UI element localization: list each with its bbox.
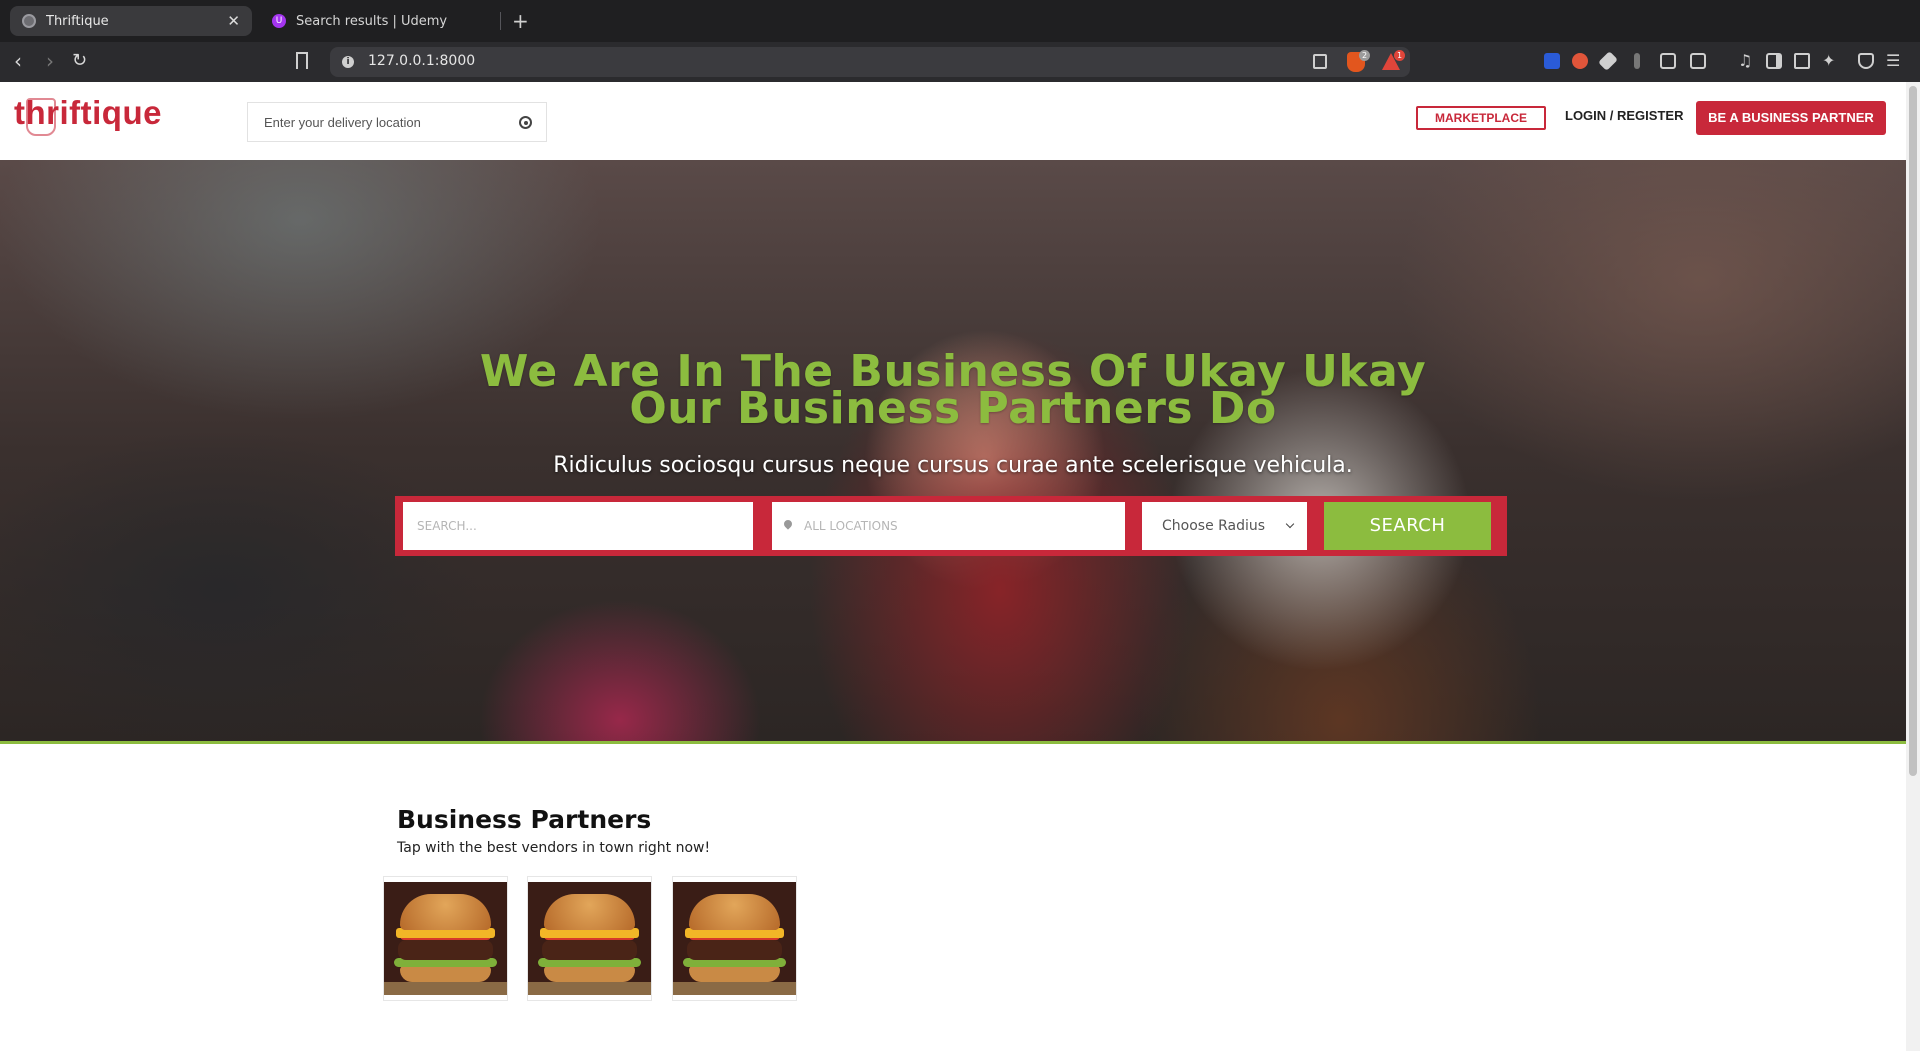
location-field[interactable] — [772, 502, 1125, 550]
burger-image — [528, 882, 651, 995]
wallet-icon[interactable] — [1794, 53, 1810, 69]
share-icon[interactable] — [1313, 54, 1327, 69]
search-button[interactable]: SEARCH — [1324, 502, 1491, 550]
screenshot-icon[interactable] — [1690, 53, 1706, 69]
hero-subtitle: Ridiculus sociosqu cursus neque cursus c… — [553, 453, 1353, 478]
extensions-puzzle-icon[interactable] — [1660, 53, 1676, 69]
back-icon[interactable]: ‹ — [14, 50, 22, 72]
sidebar-icon[interactable] — [1766, 53, 1782, 69]
site-logo[interactable]: thriftique — [14, 94, 162, 132]
address-bar[interactable]: i 127.0.0.1:8000 2 1 — [330, 47, 1410, 77]
browser-toolbar: ‹ › ↻ i 127.0.0.1:8000 2 1 ♫ ✦ ☰ — [0, 42, 1920, 82]
marketplace-button[interactable]: MARKETPLACE — [1416, 106, 1546, 130]
hero-title-line2: Our Business Partners Do — [629, 383, 1277, 434]
extension-fox-icon[interactable] — [1572, 53, 1588, 69]
bookmark-icon[interactable] — [296, 52, 308, 69]
partner-card[interactable] — [383, 876, 508, 1001]
extension-pen-icon[interactable] — [1598, 51, 1618, 71]
hero-divider — [0, 741, 1906, 744]
login-register-link[interactable]: LOGIN / REGISTER — [1565, 108, 1683, 123]
music-icon[interactable]: ♫ — [1738, 53, 1754, 69]
business-partner-button[interactable]: BE A BUSINESS PARTNER — [1696, 101, 1886, 135]
partners-subtitle: Tap with the best vendors in town right … — [397, 840, 711, 856]
site-info-icon[interactable]: i — [342, 56, 354, 68]
radius-selected-value: Choose Radius — [1162, 518, 1266, 534]
tab-title: Thriftique — [46, 13, 109, 29]
partner-card[interactable] — [527, 876, 652, 1001]
new-tab-icon[interactable]: + — [512, 9, 529, 33]
location-search-input[interactable] — [802, 518, 1102, 534]
burger-image — [673, 882, 796, 995]
delivery-location-input[interactable] — [262, 114, 502, 131]
locate-icon[interactable] — [519, 116, 532, 129]
alerts-count-badge: 1 — [1394, 50, 1406, 61]
chevron-down-icon — [1285, 519, 1295, 529]
partner-card[interactable] — [672, 876, 797, 1001]
burger-image — [384, 882, 507, 995]
url-text: 127.0.0.1:8000 — [368, 53, 476, 69]
hero-banner: We Are In The Business Of Ukay Ukay Our … — [0, 160, 1906, 744]
radius-select[interactable]: Choose Radius — [1142, 502, 1307, 550]
partners-heading: Business Partners — [397, 805, 652, 834]
menu-icon[interactable]: ☰ — [1886, 53, 1902, 69]
udemy-icon: U — [272, 14, 286, 28]
reload-icon[interactable]: ↻ — [72, 50, 87, 72]
map-pin-icon — [782, 518, 794, 530]
extension-icon[interactable] — [1544, 53, 1560, 69]
keyword-field[interactable] — [403, 502, 753, 550]
delivery-location-field[interactable] — [247, 102, 547, 142]
site-header: thriftique MARKETPLACE LOGIN / REGISTER … — [0, 82, 1906, 160]
close-tab-icon[interactable]: ✕ — [227, 12, 240, 30]
tab-divider — [500, 12, 501, 30]
globe-icon — [22, 14, 36, 28]
hero-title: We Are In The Business Of Ukay Ukay Our … — [0, 350, 1906, 434]
page-scrollbar[interactable] — [1906, 82, 1920, 1051]
tab-thriftique[interactable]: Thriftique ✕ — [10, 6, 252, 36]
forward-icon[interactable]: › — [46, 50, 54, 72]
tab-udemy[interactable]: U Search results | Udemy — [260, 6, 500, 36]
shields-count-badge: 2 — [1359, 50, 1371, 61]
extension-pill-icon[interactable] — [1634, 53, 1640, 69]
tab-title: Search results | Udemy — [296, 13, 448, 29]
browser-tab-bar: Thriftique ✕ U Search results | Udemy + — [0, 0, 1920, 42]
keyword-search-input[interactable] — [415, 518, 715, 534]
vpn-shield-icon[interactable] — [1858, 53, 1874, 69]
search-bar: Choose Radius SEARCH — [395, 496, 1507, 556]
scrollbar-thumb[interactable] — [1909, 86, 1917, 776]
leo-ai-icon[interactable]: ✦ — [1822, 53, 1838, 69]
